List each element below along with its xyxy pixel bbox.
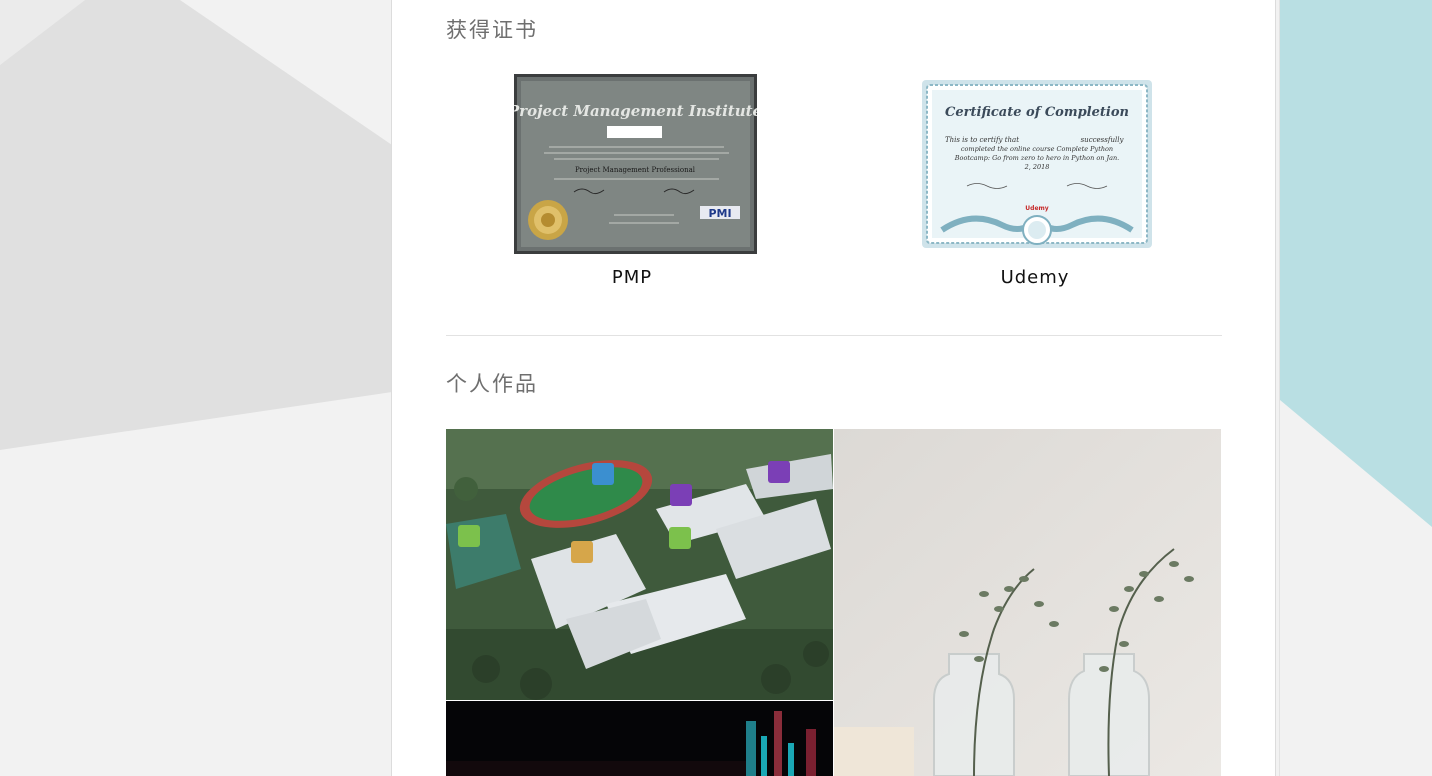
pmi-logo: PMI [708,207,731,220]
udemy-certificate-image[interactable]: Certificate of Completion This is to cer… [922,80,1152,248]
pmp-heading: Project Management Institute [514,102,757,120]
udemy-line2: completed the online course Complete Pyt… [961,145,1113,153]
section-divider [446,335,1222,336]
udemy-logo: Udemy [1025,205,1048,212]
work-dark-abstract[interactable] [446,701,833,776]
pmp-subtitle: Project Management Professional [575,166,696,174]
pmp-certificate-image[interactable]: Project Management Institute Project Man… [507,74,762,254]
udemy-heading: Certificate of Completion [945,105,1129,120]
udemy-line1: This is to certify that [945,136,1019,144]
pmp-caption: PMP [611,267,653,288]
work-glass-vases[interactable] [834,429,1221,776]
certificates-section-title: 获得证书 [446,18,538,42]
panel-shadow-line [1279,0,1280,776]
udemy-line1b: successfully [1081,136,1125,144]
udemy-line4: 2, 2018 [1024,163,1050,171]
works-section-title: 个人作品 [446,372,538,396]
udemy-line3: Bootcamp: Go from zero to hero in Python… [954,154,1119,162]
work-campus-aerial[interactable] [446,429,833,700]
content-panel: 获得证书 Project Management Institute Projec… [391,0,1276,776]
udemy-caption: Udemy [1000,267,1070,288]
